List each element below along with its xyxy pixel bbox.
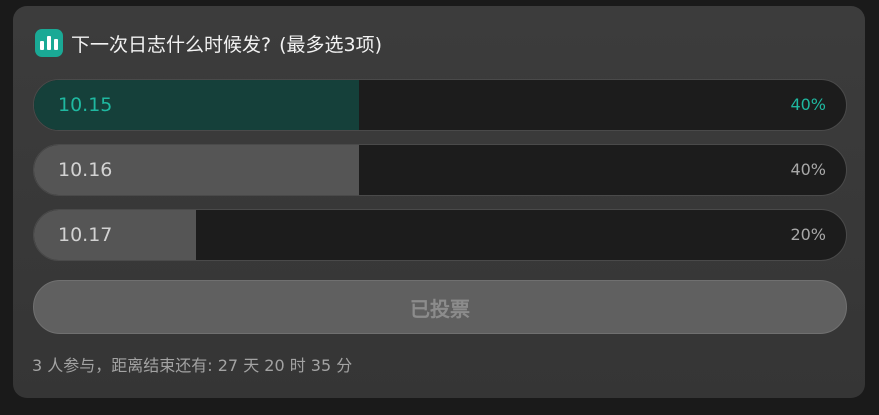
poll-option[interactable]: 10.17 20% (33, 209, 847, 261)
poll-question: 下一次日志什么时候发? (71, 33, 272, 56)
poll-option[interactable]: 10.15 40% (33, 79, 847, 131)
bar-chart-icon (35, 29, 63, 57)
poll-option-label: 10.17 (58, 224, 113, 246)
poll-option-percent: 40% (790, 160, 826, 179)
poll-card: 下一次日志什么时候发? (最多选3项) 10.15 40% 10.16 40% 1… (13, 6, 865, 398)
poll-option-label: 10.15 (58, 94, 113, 116)
poll-option-label: 10.16 (58, 159, 113, 181)
poll-option-percent: 20% (790, 225, 826, 244)
poll-option-percent: 40% (790, 95, 826, 114)
poll-title: 下一次日志什么时候发? (最多选3项) (71, 30, 382, 57)
voted-button[interactable]: 已投票 (33, 280, 847, 334)
poll-selection-limit: (最多选3项) (279, 33, 383, 56)
poll-status-text: 3 人参与，距离结束还有: 27 天 20 时 35 分 (32, 356, 353, 375)
poll-header: 下一次日志什么时候发? (最多选3项) (35, 28, 382, 58)
poll-option[interactable]: 10.16 40% (33, 144, 847, 196)
